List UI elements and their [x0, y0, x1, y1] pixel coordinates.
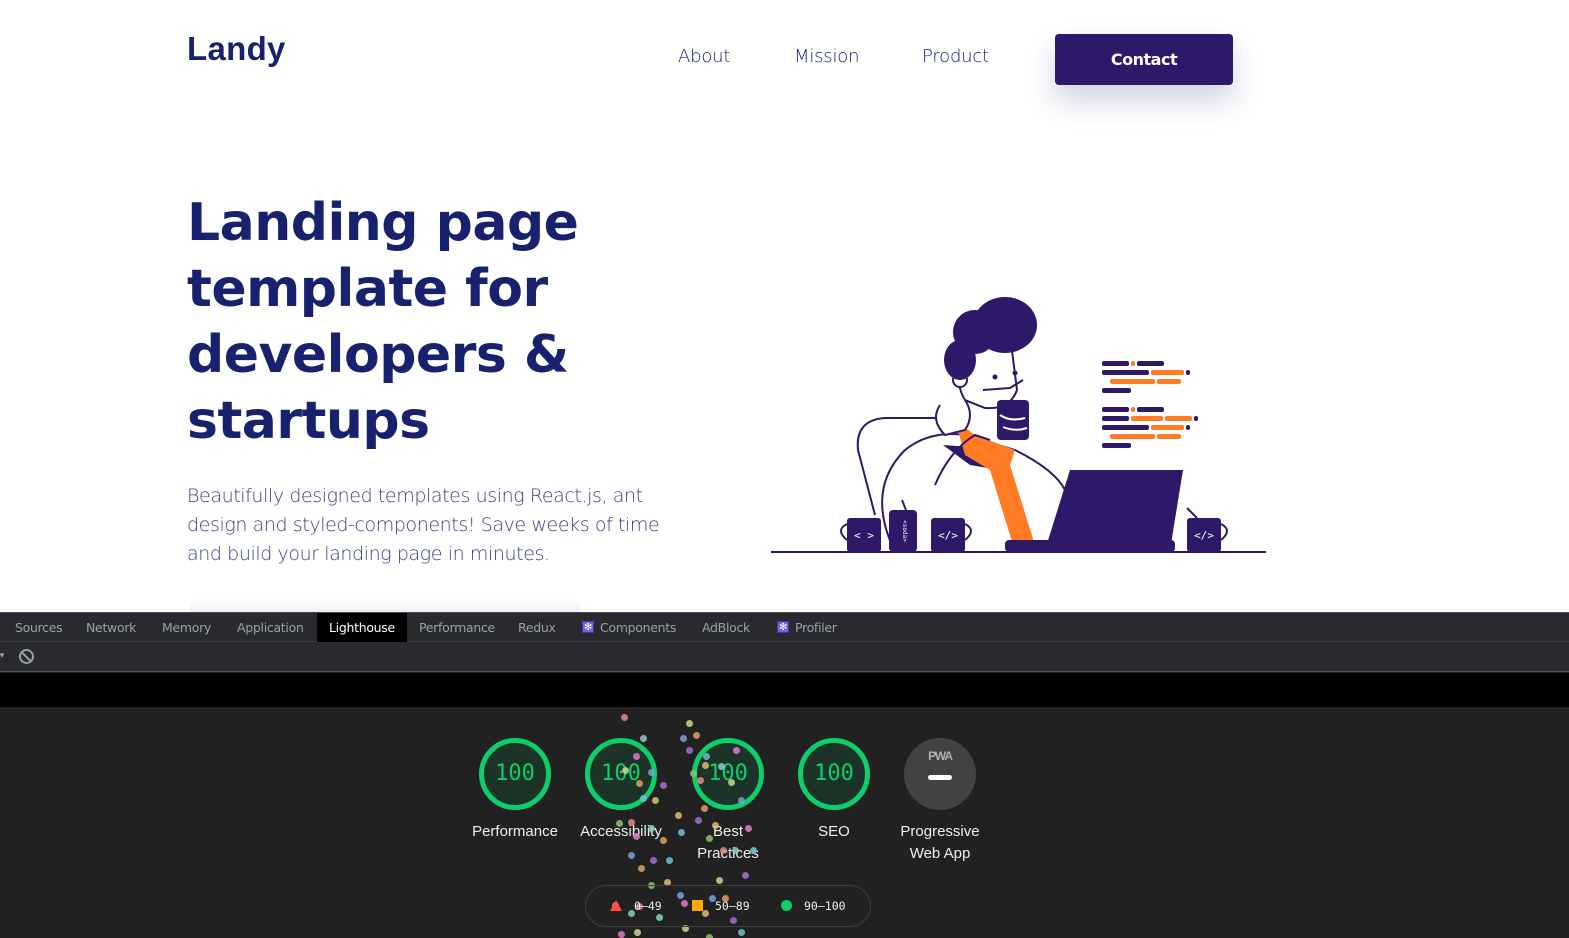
- gauge-label: Progressive Web App: [900, 823, 980, 862]
- tab-sources[interactable]: Sources: [3, 613, 74, 642]
- pwa-icon: PWA: [928, 749, 953, 763]
- tab-lighthouse[interactable]: Lighthouse: [317, 613, 407, 642]
- legend-average: 50–89: [692, 899, 750, 913]
- confetti-dot: [650, 857, 657, 864]
- confetti-dot: [738, 929, 745, 936]
- react-icon: [582, 613, 594, 642]
- devtools-toolbar: ▼: [0, 642, 1569, 672]
- pwa-dash-icon: [928, 775, 952, 780]
- developer-illustration: < > <soda> </> </>: [771, 297, 1266, 553]
- gauge-score: 100: [601, 761, 641, 786]
- gauge-best-practices[interactable]: 100 Best Practices: [673, 738, 783, 865]
- legend-range: 90–100: [804, 899, 846, 913]
- devtools-tab-bar: Sources Network Memory Application Lighthous…: [0, 612, 1569, 642]
- gauge-performance[interactable]: 100 Performance: [460, 738, 570, 843]
- tab-label: Components: [600, 620, 677, 635]
- eye-left: [992, 374, 998, 380]
- gauge-pwa[interactable]: PWA Progressive Web App: [885, 738, 995, 865]
- tab-label: Redux: [518, 620, 556, 635]
- hero-description: Beautifully designed templates using Rea…: [187, 485, 660, 565]
- confetti-dot: [742, 872, 749, 879]
- triangle-icon: [610, 900, 622, 911]
- tab-label: Memory: [162, 620, 212, 635]
- lighthouse-report: 100 Performance 100 Accessibility 100 Be…: [0, 707, 1569, 938]
- tab-application[interactable]: Application: [225, 613, 316, 642]
- nav-product[interactable]: Product: [922, 46, 989, 67]
- mug-middle: </>: [931, 518, 972, 552]
- mug-right: </>: [1186, 507, 1228, 552]
- gauge-score: 100: [495, 761, 535, 786]
- tab-redux[interactable]: Redux: [506, 613, 568, 642]
- tab-label: Network: [86, 620, 137, 635]
- react-icon: [777, 613, 789, 642]
- mug-left: < >: [840, 518, 881, 552]
- confetti-dot: [638, 865, 645, 872]
- laptop-screen: [1045, 470, 1183, 550]
- gauge-ring: 100: [798, 738, 870, 810]
- confetti-dot: [706, 934, 713, 938]
- tab-memory[interactable]: Memory: [150, 613, 223, 642]
- landing-page: Landy About Mission Product Contact Land…: [0, 0, 1569, 612]
- tab-label: Performance: [419, 620, 495, 635]
- gauge-seo[interactable]: 100 SEO: [779, 738, 889, 843]
- confetti-dot: [621, 714, 628, 721]
- lighthouse-topbar: [0, 673, 1569, 707]
- gauge-label: Performance: [472, 823, 558, 840]
- legend-fail: 0–49: [610, 899, 662, 913]
- gauge-label: SEO: [818, 823, 850, 840]
- tab-label: AdBlock: [702, 620, 750, 635]
- eye-right: [1012, 370, 1018, 376]
- svg-text:</>: </>: [938, 529, 958, 542]
- score-legend: 0–49 50–89 90–100: [585, 885, 871, 927]
- confetti-dot: [686, 720, 693, 727]
- confetti-dot: [716, 877, 723, 884]
- pwa-badge: PWA: [904, 738, 976, 810]
- gauge-ring: 100: [585, 738, 657, 810]
- tab-adblock[interactable]: AdBlock: [690, 613, 762, 642]
- svg-text:</>: </>: [1194, 529, 1214, 542]
- hero-button-shadow: [190, 598, 580, 612]
- confetti-dot: [666, 857, 673, 864]
- gauge-label: Best Practices: [697, 823, 759, 862]
- nav-mission[interactable]: Mission: [794, 46, 860, 67]
- legend-range: 0–49: [634, 899, 662, 913]
- gauge-label: Accessibility: [580, 823, 662, 840]
- svg-text:<soda>: <soda>: [901, 520, 908, 542]
- circle-icon: [781, 900, 792, 911]
- tab-network[interactable]: Network: [74, 613, 148, 642]
- contact-button[interactable]: Contact: [1055, 34, 1233, 85]
- tab-label: Lighthouse: [329, 620, 395, 635]
- confetti-dot: [634, 929, 641, 936]
- gauge-score: 100: [814, 761, 854, 786]
- code-snippet-1: [1102, 361, 1190, 393]
- gauge-accessibility[interactable]: 100 Accessibility: [566, 738, 676, 843]
- hair-side: [944, 340, 976, 380]
- tab-components[interactable]: Components: [570, 613, 688, 642]
- block-icon[interactable]: [19, 649, 34, 664]
- confetti-dot: [628, 852, 635, 859]
- square-icon: [692, 900, 703, 911]
- site-logo[interactable]: Landy: [187, 30, 286, 68]
- gauge-ring: 100: [692, 738, 764, 810]
- legend-range: 50–89: [715, 899, 750, 913]
- code-snippet-2: [1102, 407, 1198, 448]
- svg-text:< >: < >: [854, 529, 874, 542]
- hero-title: Landing page template for developers & s…: [187, 193, 579, 451]
- confetti-dot: [618, 931, 625, 938]
- gauge-ring: 100: [479, 738, 551, 810]
- caret-down-icon[interactable]: ▼: [0, 651, 6, 660]
- devtools-panel: Sources Network Memory Application Lighthous…: [0, 612, 1569, 938]
- tab-label: Application: [237, 620, 304, 635]
- legend-pass: 90–100: [781, 899, 846, 913]
- gauge-score: 100: [708, 761, 748, 786]
- tab-label: Profiler: [795, 620, 837, 635]
- tab-performance[interactable]: Performance: [407, 613, 507, 642]
- tab-profiler[interactable]: Profiler: [765, 613, 849, 642]
- tab-label: Sources: [15, 620, 63, 635]
- laptop-base: [1005, 540, 1175, 552]
- scarf: [935, 399, 971, 437]
- nav-about[interactable]: About: [678, 46, 730, 67]
